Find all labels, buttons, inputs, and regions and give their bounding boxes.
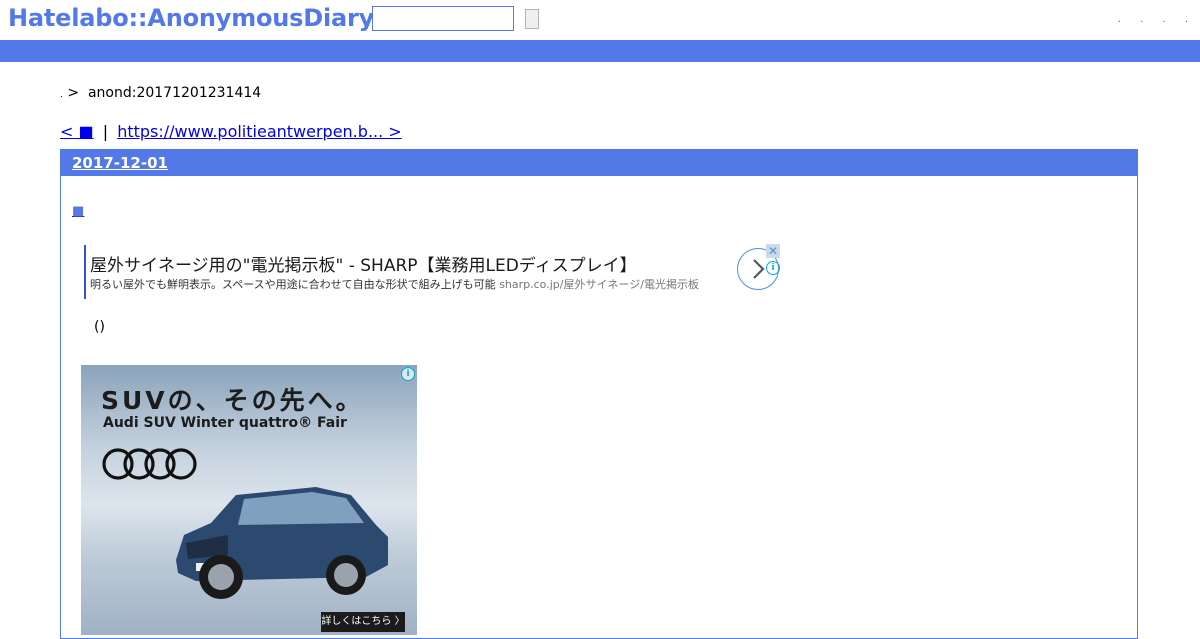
prev-entry-link[interactable]: < ■ xyxy=(60,122,94,141)
banner-subheadline: Audi SUV Winter quattro® Fair xyxy=(103,415,347,431)
text-ad[interactable]: 屋外サイネージ用の"電光掲示板" - SHARP【業務用LEDディスプレイ】 明… xyxy=(84,245,784,301)
info-icon[interactable]: i xyxy=(766,261,780,275)
suv-car-image xyxy=(176,487,388,599)
entry-permalink[interactable]: ■ xyxy=(72,204,84,219)
ad-accent-bar xyxy=(84,245,86,299)
ad-description: 明るい屋外でも鮮明表示。スペースや用途に合わせて自由な形状で組み上げも可能 sh… xyxy=(90,276,699,292)
pager-separator: | xyxy=(102,122,109,141)
header-link[interactable]: . xyxy=(1185,14,1188,25)
header: Hatelabo::AnonymousDiary . . . . xyxy=(0,0,1200,40)
diary-entry: 2017-12-01 ■ 屋外サイネージ用の"電光掲示板" - SHARP【業務… xyxy=(60,149,1138,639)
info-icon[interactable]: i xyxy=(401,367,415,381)
header-link[interactable]: . xyxy=(1118,14,1121,25)
breadcrumb-arrow: > xyxy=(67,85,80,101)
header-link[interactable]: . xyxy=(1162,14,1165,25)
ad-domain: sharp.co.jp/屋外サイネージ/電光掲示板 xyxy=(499,278,699,291)
search-input[interactable] xyxy=(372,6,514,31)
header-links: . . . . xyxy=(1102,14,1188,25)
breadcrumb-home[interactable]: . xyxy=(60,90,63,100)
ad-description-text: 明るい屋外でも鮮明表示。スペースや用途に合わせて自由な形状で組み上げも可能 xyxy=(90,278,496,291)
breadcrumb-current: anond:20171201231414 xyxy=(87,85,262,101)
entry-body-text: () xyxy=(94,319,105,335)
banner-ad[interactable]: i SUVの、その先へ。 Audi SUV Winter quattro® Fa… xyxy=(81,365,417,635)
breadcrumb: . > anond:20171201231414 xyxy=(60,85,261,101)
next-entry-link[interactable]: https://www.politieantwerpen.b... > xyxy=(117,122,401,141)
pager: < ■ | https://www.politieantwerpen.b... … xyxy=(60,122,402,141)
close-icon[interactable]: ✕ xyxy=(766,244,780,258)
banner-headline: SUVの、その先へ。 xyxy=(101,386,364,415)
entry-date-link[interactable]: 2017-12-01 xyxy=(72,154,168,172)
site-logo[interactable]: Hatelabo::AnonymousDiary xyxy=(8,4,374,32)
entry-header: 2017-12-01 xyxy=(61,150,1137,176)
header-bar xyxy=(0,40,1200,62)
ad-headline[interactable]: 屋外サイネージ用の"電光掲示板" - SHARP【業務用LEDディスプレイ】 xyxy=(90,251,637,276)
search-button[interactable] xyxy=(525,9,539,29)
header-link[interactable]: . xyxy=(1140,14,1143,25)
banner-cta-button[interactable]: 詳しくはこちら 〉 xyxy=(321,612,405,632)
